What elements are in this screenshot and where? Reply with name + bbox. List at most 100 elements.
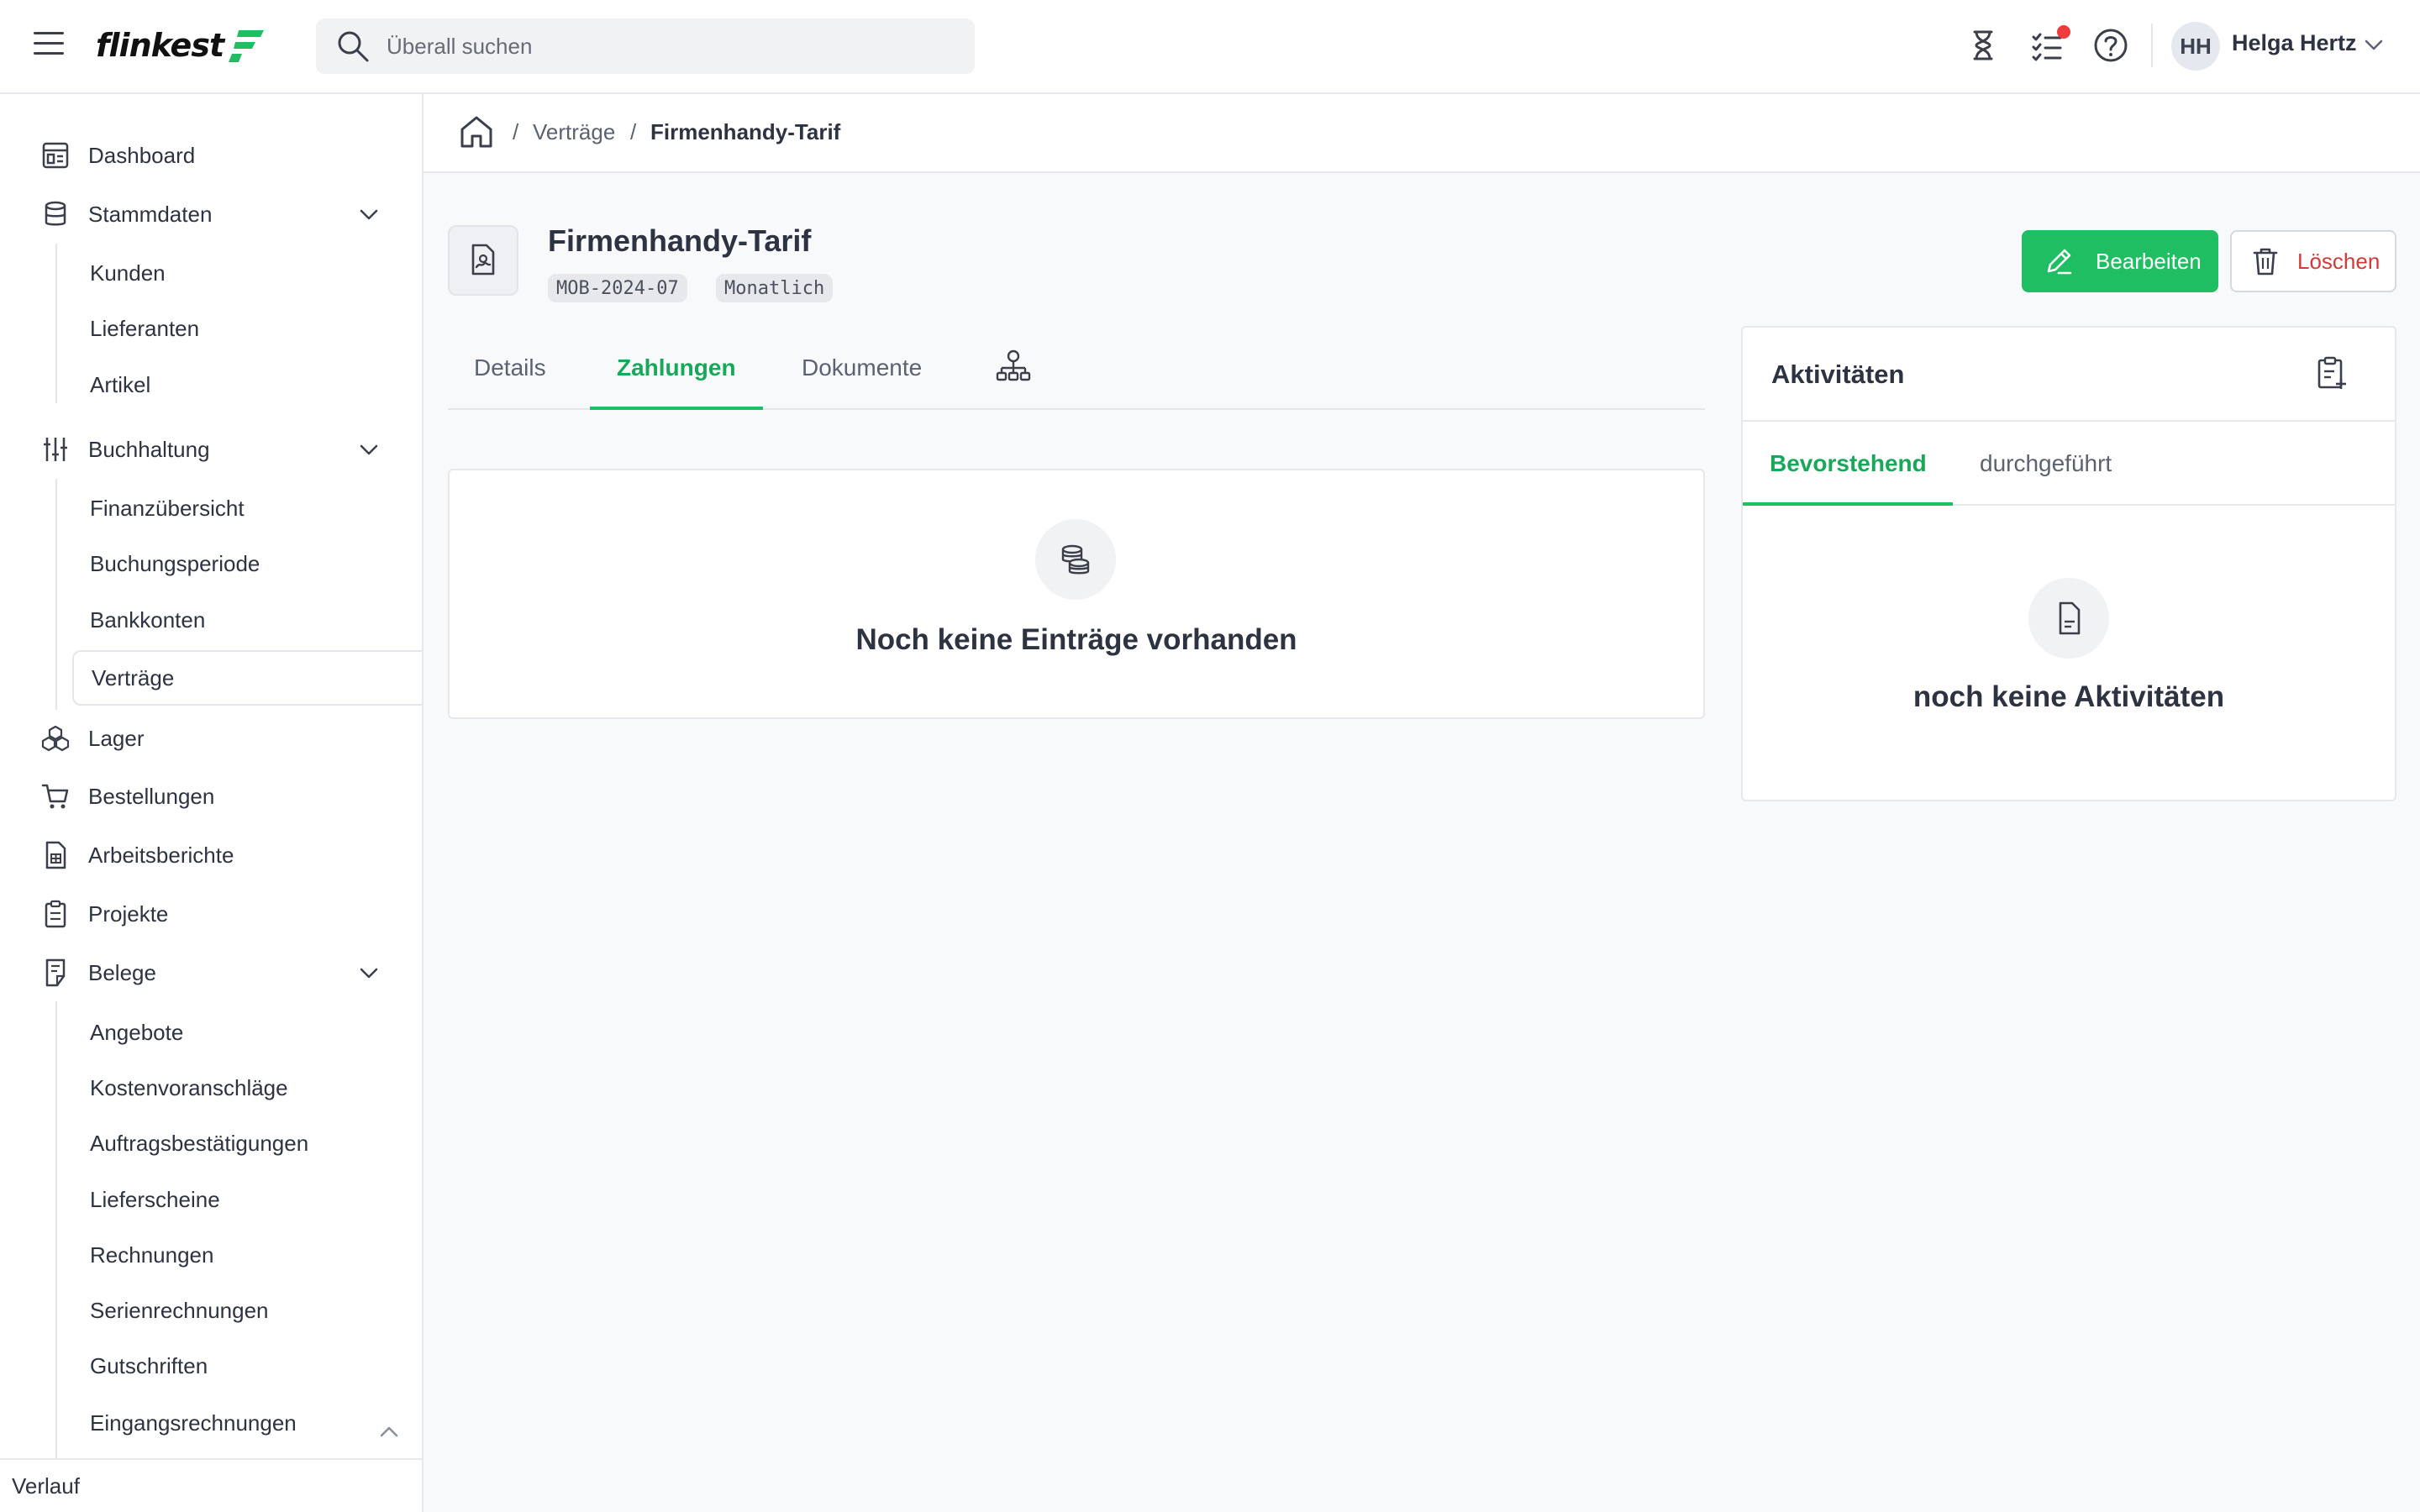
sidebar-item-angebote[interactable]: Angebote [72,1007,422,1058]
search-box[interactable] [316,18,975,74]
tab-durchgefuehrt[interactable]: durchgeführt [1980,450,2112,477]
hourglass-icon[interactable] [1963,25,2003,66]
sidebar-item-label: Belege [88,959,156,985]
sidebar-item-serienrechnungen[interactable]: Serienrechnungen [72,1285,422,1336]
sidebar-subitem-label: Angebote [90,1019,184,1045]
activities-header-divider [1743,420,2395,422]
search-input[interactable] [387,33,958,60]
sidebar-subitem-label: Rechnungen [90,1242,214,1268]
sidebar-item-label: Lager [88,725,145,751]
sidebar-subitem-label: Artikel [90,371,151,397]
chevron-down-icon[interactable] [358,963,380,982]
sidebar-item-label: Buchhaltung [88,436,210,462]
chevron-down-icon[interactable] [358,440,380,459]
sidebar-item-bankkonten[interactable]: Bankkonten [72,595,422,645]
sidebar-item-stammdaten[interactable]: Stammdaten [0,189,422,239]
sidebar-item-kostenvoranschlaege[interactable]: Kostenvoranschläge [72,1063,422,1113]
sidebar-subitem-label: Gutschriften [90,1352,208,1378]
help-icon[interactable] [2091,25,2131,66]
sidebar-subitem-label: Auftragsbestätigungen [90,1130,309,1156]
tab-bevorstehend[interactable]: Bevorstehend [1770,450,1927,477]
sidebar-item-belege[interactable]: Belege [0,948,422,998]
activities-empty-text: noch keine Aktivitäten [1912,680,2225,713]
home-icon[interactable] [457,113,496,151]
breadcrumb-separator: / [513,119,519,144]
coins-icon [1061,544,1090,575]
breadcrumb-separator: / [630,119,637,144]
sidebar-subitem-label: Lieferanten [90,315,200,341]
database-icon [45,201,66,226]
sidebar-item-arbeitsberichte[interactable]: Arbeitsberichte [0,830,422,880]
user-name[interactable]: Helga Hertz [2232,30,2357,56]
sidebar-item-rechnungen[interactable]: Rechnungen [72,1230,422,1280]
contract-number-badge: MOB-2024-07 [548,274,687,302]
document-icon [2059,601,2081,635]
search-icon [338,31,369,62]
sidebar-item-label: Arbeitsberichte [88,842,234,868]
clipboard-icon [45,900,66,928]
sidebar-item-eingangsrechnungen[interactable]: Eingangsrechnungen [72,1398,422,1448]
activities-empty-icon-circle [2028,578,2109,659]
sidebar-item-artikel[interactable]: Artikel [72,360,422,410]
sidebar-item-gutschriften[interactable]: Gutschriften [72,1341,422,1391]
add-task-icon[interactable] [2312,354,2349,391]
history-label: Verlauf [12,1473,80,1499]
delete-button[interactable]: Löschen [2230,230,2396,292]
hierarchy-icon[interactable] [995,348,1032,385]
submenu-line [55,1001,57,1458]
breadcrumb-item-current: Firmenhandy-Tarif [650,119,841,144]
chevron-down-icon[interactable] [358,205,380,223]
pencil-icon [2047,249,2072,275]
sidebar-item-vertraege[interactable]: Verträge [72,650,422,706]
sidebar-item-bestellungen[interactable]: Bestellungen [0,771,422,822]
sidebar-item-finanzuebersicht[interactable]: Finanzübersicht [72,483,422,533]
submenu-line [55,479,57,710]
sidebar-subitem-label: Kostenvoranschläge [90,1074,288,1100]
activities-panel [1741,326,2396,801]
interval-badge: Monatlich [716,274,834,302]
menu-icon[interactable] [34,32,64,59]
avatar[interactable]: HH [2171,22,2220,71]
contract-avatar [448,225,518,296]
tab-dokumente[interactable]: Dokumente [802,354,922,381]
sidebar-subitem-label: Buchungsperiode [90,550,260,576]
sidebar-item-dashboard[interactable]: Dashboard [0,130,422,181]
activities-title: Aktivitäten [1771,360,1905,389]
sidebar-item-auftragsbestaetigungen[interactable]: Auftragsbestätigungen [72,1118,422,1168]
sidebar-item-label: Bestellungen [88,783,215,809]
sidebar-item-kunden[interactable]: Kunden [72,248,422,298]
sidebar-subitem-label: Bankkonten [90,606,206,633]
cart-icon [41,784,69,809]
sidebar-subitem-label: Kunden [90,260,166,286]
trash-icon [2253,248,2278,276]
sidebar-item-lieferscheine[interactable]: Lieferscheine [72,1174,422,1225]
sidebar-item-projekte[interactable]: Projekte [0,889,422,939]
sidebar-item-label: Stammdaten [88,201,213,227]
tab-zahlungen[interactable]: Zahlungen [617,354,736,381]
active-tab-indicator [590,407,763,410]
sidebar-item-label: Dashboard [88,142,196,168]
contract-icon [471,244,495,276]
active-activity-tab-indicator [1743,502,1953,506]
chevron-down-icon[interactable] [2363,35,2385,54]
sidebar-item-buchungsperiode[interactable]: Buchungsperiode [72,538,422,589]
breadcrumb-item-vertraege[interactable]: Verträge [533,119,615,145]
chevron-up-icon[interactable] [378,1423,400,1441]
logo[interactable]: flinkest [96,22,267,69]
receipt-icon [45,958,66,987]
report-icon [45,841,66,869]
history-panel[interactable]: Verlauf [0,1458,422,1512]
header-divider [2151,24,2153,67]
edit-button[interactable]: Bearbeiten [2022,230,2218,292]
delete-button-label: Löschen [2297,248,2381,274]
sidebar-item-lieferanten[interactable]: Lieferanten [72,303,422,354]
tab-details[interactable]: Details [474,354,546,381]
logo-mark-icon [229,30,265,62]
sidebar-item-lager[interactable]: Lager [0,713,422,764]
submenu-line [55,244,57,403]
logo-text: flinkest [96,27,224,64]
sidebar-item-buchhaltung[interactable]: Buchhaltung [0,424,422,475]
adjustments-icon [44,438,67,461]
page-title: Firmenhandy-Tarif [548,223,812,258]
sidebar-subitem-label: Serienrechnungen [90,1297,269,1323]
